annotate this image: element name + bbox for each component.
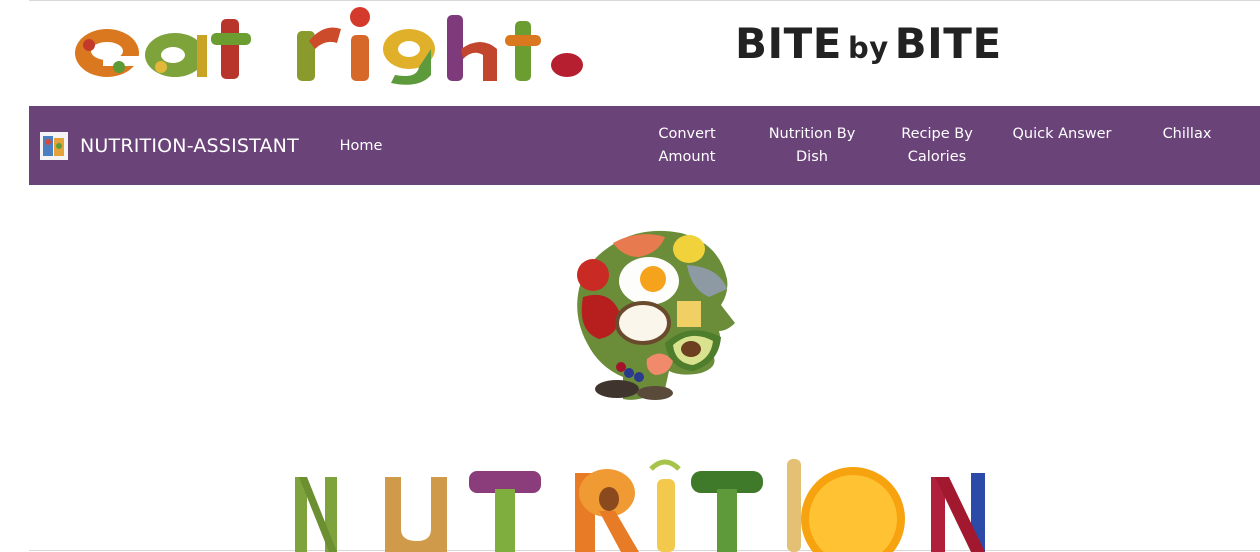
food-head-illustration — [577, 230, 735, 400]
nav-link-chillax[interactable]: Chillax — [1147, 123, 1227, 146]
nav-link-home[interactable]: Home — [319, 135, 403, 158]
site-title: BITE by BITE — [735, 19, 1002, 68]
brand-logo-icon — [40, 132, 68, 160]
navbar: NUTRITION-ASSISTANT Home Convert Amount … — [29, 106, 1260, 185]
nav-link-label: Quick Answer — [1012, 126, 1112, 142]
nav-link-label: Recipe By — [901, 126, 973, 142]
site-title-part1: BITE — [735, 19, 842, 68]
nav-link-label-line2: Dish — [796, 149, 828, 165]
site-title-part2: BITE — [894, 19, 1002, 68]
site-header: BITE by BITE — [29, 1, 1260, 106]
nav-link-nutrition-by-dish[interactable]: Nutrition By Dish — [757, 123, 867, 169]
brand-text: NUTRITION-ASSISTANT — [80, 135, 299, 157]
nav-link-label-line2: Amount — [658, 149, 716, 165]
nav-link-label: Convert — [658, 126, 716, 142]
nav-link-label: Chillax — [1162, 126, 1212, 142]
nav-link-label: Home — [339, 138, 383, 154]
nav-link-quick-answer[interactable]: Quick Answer — [1005, 123, 1119, 146]
site-title-by: by — [847, 31, 889, 65]
nav-link-label-line2: Calories — [907, 149, 967, 165]
page: BITE by BITE NUTRITION-ASSISTANT Home Conv… — [29, 0, 1260, 552]
nav-link-label: Nutrition By — [768, 126, 856, 142]
nav-link-convert-amount[interactable]: Convert Amount — [637, 123, 737, 169]
nutrition-letters-illustration — [295, 459, 985, 552]
nav-link-recipe-by-calories[interactable]: Recipe By Calories — [887, 123, 987, 169]
navbar-brand[interactable]: NUTRITION-ASSISTANT — [40, 131, 299, 161]
eat-right-banner-logo — [75, 7, 583, 85]
